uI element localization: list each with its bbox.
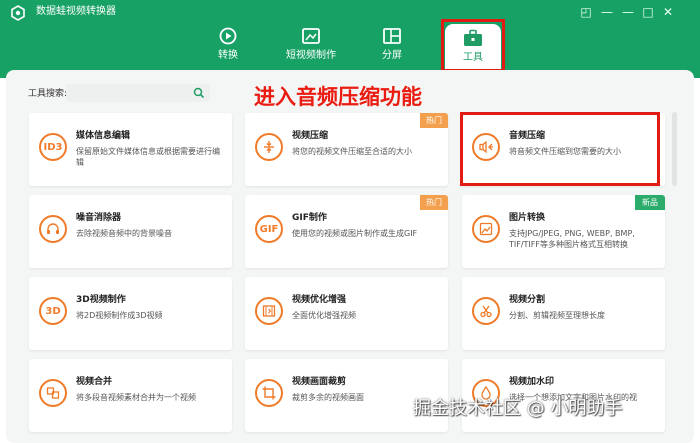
tab-convert-label: 转换 [218,50,238,61]
hot-badge: 热门 [420,113,448,128]
search-input[interactable] [66,84,210,102]
image-convert-icon [472,215,500,243]
headphones-icon [39,215,67,243]
app-title: 数据蛙视频转换器 [36,6,116,17]
gif-icon: GIF [255,215,283,243]
card-desc: 使用您的视频或图片制作或生成GIF [292,229,418,238]
card-desc: 将您的视频文件压缩至合适的大小 [292,147,412,156]
card-desc: 分割、剪辑视频至理想长度 [509,311,605,320]
card-title: 噪音消除器 [76,213,122,223]
card-title: 媒体信息编辑 [76,131,131,141]
card-title: 视频分割 [509,295,546,305]
crop-icon [255,379,283,407]
tool-card-video-merge[interactable]: 视频合并 将多段音视频素材合并为一个视频 [29,359,232,432]
scrollbar[interactable] [672,112,677,186]
tool-card-video-compress[interactable]: 视频压缩 将您的视频文件压缩至合适的大小 热门 [245,113,448,186]
card-desc: 全面优化增强视频 [292,311,356,320]
scissors-icon [472,297,500,325]
tool-card-media-info[interactable]: ID3 媒体信息编辑 保留原始文件媒体信息或根据需要进行编辑 [29,113,232,186]
split-screen-icon [383,28,401,44]
short-video-icon [302,28,320,44]
3d-icon: 3D [39,297,67,325]
id3-icon: ID3 [39,133,67,161]
compress-icon [255,133,283,161]
tool-card-video-enhance[interactable]: 视频优化增强 全面优化增强视频 [245,277,448,350]
menu-icon[interactable]: — [599,4,615,20]
annotation-text: 进入音频压缩功能 [254,85,422,109]
tab-short-video-label: 短视频制作 [286,50,336,61]
card-title: GIF制作 [292,213,327,223]
tool-card-gif-maker[interactable]: GIF GIF制作 使用您的视频或图片制作或生成GIF 热门 [245,195,448,268]
card-desc: 将2D视频制作成3D视频 [76,311,163,320]
card-title: 视频优化增强 [292,295,347,305]
card-title: 视频合并 [76,377,113,387]
feedback-icon[interactable]: ◰ [578,4,594,20]
tool-card-video-split[interactable]: 视频分割 分割、剪辑视频至理想长度 [462,277,665,350]
merge-icon [39,379,67,407]
maximize-button[interactable]: □ [640,4,656,20]
minimize-button[interactable]: — [620,4,636,20]
card-title: 视频压缩 [292,131,329,141]
tab-split-screen[interactable]: 分屏 [373,26,411,70]
new-badge: 新品 [635,195,665,210]
card-title: 视频加水印 [509,377,555,387]
film-enhance-icon [255,297,283,325]
search-label: 工具搜索: [28,89,68,99]
card-desc: 保留原始文件媒体信息或根据需要进行编辑 [76,147,220,167]
tool-card-image-convert[interactable]: 图片转换 支持JPG/JPEG, PNG, WEBP, BMP, TIF/TIF… [462,195,665,268]
card-title: 视频画面裁剪 [292,377,347,387]
close-button[interactable]: ✕ [660,4,676,20]
watermark-text: 掘金技术社区 @ 小明助手 [413,398,623,419]
card-title: 图片转换 [509,213,546,223]
search-icon[interactable] [193,87,205,99]
tool-card-video-watermark[interactable]: 视频加水印 选择一个想添加文字和图片水印的视 [462,359,665,432]
hot-badge: 热门 [420,195,448,210]
tab-convert[interactable]: 转换 [208,26,248,70]
card-desc: 去除视频音频中的背景噪音 [76,229,172,238]
tab-split-screen-label: 分屏 [382,50,402,61]
app-logo-icon [11,5,25,21]
card-desc: 支持JPG/JPEG, PNG, WEBP, BMP, TIF/TIFF等多种图… [509,229,635,249]
tab-short-video[interactable]: 短视频制作 [281,26,341,70]
tool-card-3d-maker[interactable]: 3D 3D视频制作 将2D视频制作成3D视频 [29,277,232,350]
card-title: 3D视频制作 [76,295,126,305]
audio-compress-highlight [460,112,660,186]
convert-icon [219,27,237,45]
card-desc: 将多段音视频素材合并为一个视频 [76,393,196,402]
tools-tab-highlight [441,19,505,72]
tool-card-video-crop[interactable]: 视频画面裁剪 裁剪多余的视频画面 [245,359,448,432]
tool-card-noise-remover[interactable]: 噪音消除器 去除视频音频中的背景噪音 [29,195,232,268]
